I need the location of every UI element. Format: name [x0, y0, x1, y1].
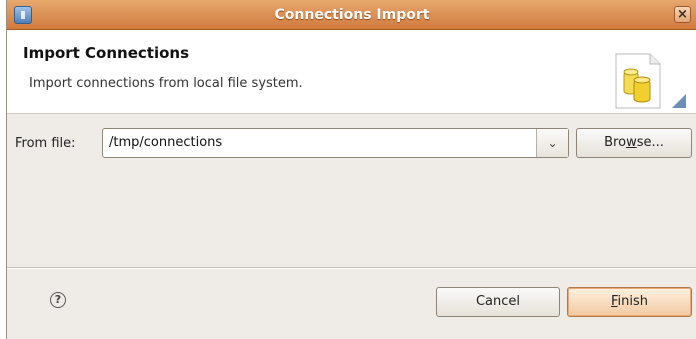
from-file-input[interactable]: /tmp/connections: [109, 135, 222, 150]
browse-mnemonic: w: [626, 135, 637, 150]
from-file-combobox[interactable]: /tmp/connections ⌄: [102, 128, 569, 158]
browse-button[interactable]: Browse...: [576, 128, 692, 158]
finish-button[interactable]: Finish: [567, 287, 692, 317]
window-title: Connections Import: [274, 7, 430, 23]
footer-separator: [7, 267, 696, 269]
browse-label-start: Bro: [604, 135, 627, 150]
close-button[interactable]: ×: [674, 6, 691, 23]
import-dialog: Connections Import × Import Connections …: [6, 0, 696, 339]
title-bar[interactable]: Connections Import ×: [7, 0, 696, 30]
page-title: Import Connections: [23, 44, 190, 62]
page-description: Import connections from local file syste…: [29, 76, 303, 91]
chevron-down-icon[interactable]: ⌄: [536, 129, 568, 157]
browse-label-end: se...: [636, 135, 664, 150]
database-import-icon: [615, 53, 686, 109]
finish-label-end: inish: [617, 294, 649, 309]
cancel-button[interactable]: Cancel: [436, 287, 560, 317]
help-icon[interactable]: ?: [50, 292, 66, 308]
wizard-header: Import Connections Import connections fr…: [7, 30, 696, 114]
from-file-label: From file:: [15, 136, 76, 151]
